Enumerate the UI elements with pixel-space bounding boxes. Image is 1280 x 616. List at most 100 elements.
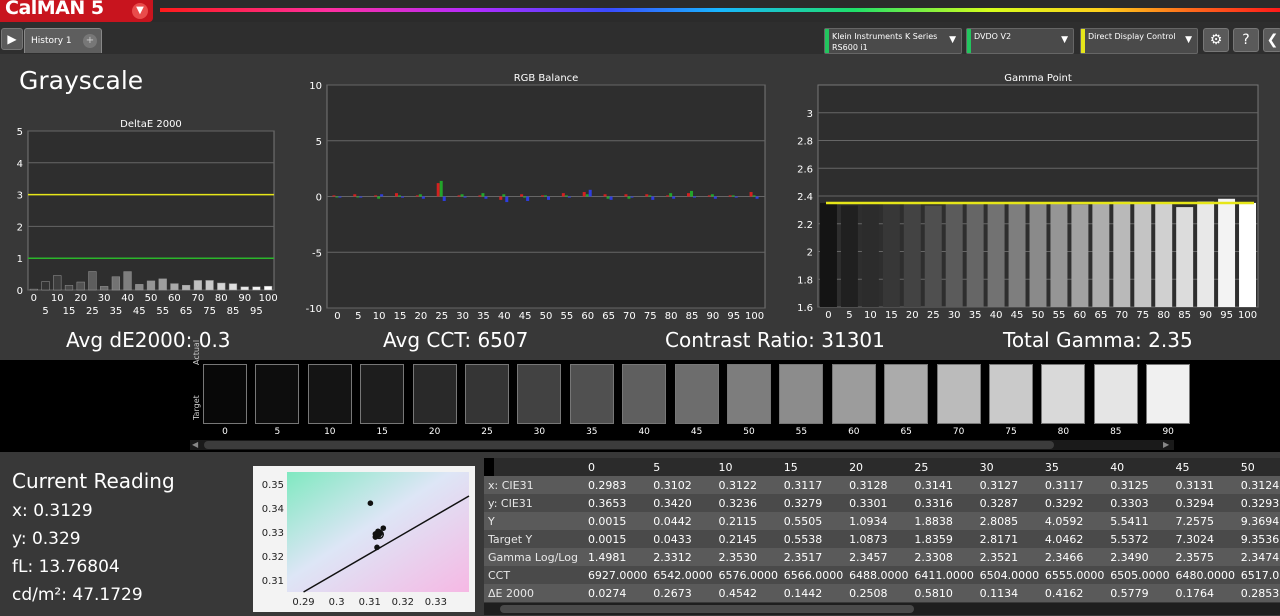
rgb-bar-g <box>398 195 401 197</box>
table-cell: 0.3117 <box>1040 476 1107 494</box>
y-tick-label: 5 <box>316 137 322 148</box>
y-tick-label: 10 <box>309 81 322 92</box>
column-header[interactable] <box>484 458 584 476</box>
column-header[interactable]: 35 <box>1040 458 1107 476</box>
chart-0: DeltaE 200001234505101520253035404550556… <box>17 119 278 317</box>
swatch-65 <box>884 364 929 424</box>
scroll-left-icon[interactable]: ◀ <box>192 440 198 449</box>
rgb-bar-r <box>645 194 649 197</box>
table-header-row: 0 5 10 15 20 25 30 35 40 45 50 <box>484 458 1280 476</box>
column-header[interactable]: 0 <box>583 458 650 476</box>
y-tick-label: 0.34 <box>262 504 284 515</box>
scroll-right-icon[interactable]: ▶ <box>1163 440 1169 449</box>
display-selector[interactable]: Direct Display Control ▼ <box>1080 28 1198 54</box>
column-header[interactable]: 30 <box>975 458 1041 476</box>
column-header[interactable]: 20 <box>845 458 911 476</box>
meter-selector[interactable]: Klein Instruments K Series RS600 i1 ▼ <box>824 28 962 54</box>
table-cell: 6505.0000 <box>1106 566 1172 584</box>
table-corner <box>484 458 494 476</box>
meter-label-line2: RS600 i1 <box>832 43 868 52</box>
rgb-bar-b <box>380 194 384 197</box>
row-header: Gamma Log/Log <box>484 548 584 566</box>
y-tick-label: 2.2 <box>797 220 813 231</box>
y-tick-label: 0.35 <box>262 480 284 491</box>
column-header[interactable]: 50 <box>1236 458 1280 476</box>
swatch-scrollbar-thumb[interactable] <box>204 441 1054 449</box>
rgb-bar-b <box>630 196 634 198</box>
rgb-bar-b <box>609 196 613 200</box>
add-tab-icon[interactable]: + <box>83 34 97 48</box>
table-cell: 0.3420 <box>649 494 715 512</box>
x-tick-label: 15 <box>63 306 76 317</box>
meter-label-line1: Klein Instruments K Series <box>832 32 938 41</box>
rgb-bar-g <box>418 194 422 197</box>
swatch-label: 90 <box>1162 427 1174 437</box>
table-cell: 1.8838 <box>910 512 976 530</box>
column-header[interactable]: 10 <box>714 458 780 476</box>
x-tick-label: 100 <box>259 293 278 304</box>
table-cell: 6927.0000 <box>583 566 650 584</box>
table-scrollbar-thumb[interactable] <box>500 605 914 613</box>
column-header[interactable]: 15 <box>779 458 846 476</box>
swatch-label: 85 <box>1110 427 1122 437</box>
x-tick-label: 0 <box>825 310 831 321</box>
status-bar <box>967 29 971 53</box>
column-header[interactable]: 25 <box>910 458 976 476</box>
play-icon: ▶ <box>7 32 17 46</box>
rgb-bar-g <box>648 195 652 197</box>
help-button[interactable]: ? <box>1233 28 1259 52</box>
swatch-70 <box>936 364 981 424</box>
table-cell: 2.3517 <box>779 548 846 566</box>
reading-cdm2: cd/m²: 47.1729 <box>12 585 143 605</box>
table-cell: 0.3117 <box>779 476 846 494</box>
swatch-75 <box>989 364 1033 424</box>
x-tick-label: 35 <box>477 311 490 322</box>
swatch-55 <box>779 364 824 424</box>
contrast-ratio-summary: Contrast Ratio: 31301 <box>665 328 885 352</box>
chevron-down-icon: ▼ <box>132 3 148 19</box>
gear-icon: ⚙ <box>1209 32 1223 48</box>
tab-history-1[interactable]: History 1 + <box>24 28 102 53</box>
table-cell: 1.0934 <box>845 512 911 530</box>
play-button[interactable]: ▶ <box>1 28 23 50</box>
rgb-bar-r <box>415 195 419 197</box>
y-tick-label: 1 <box>17 254 23 265</box>
collapse-button[interactable]: ❮ <box>1263 28 1280 52</box>
actual-label: Actual <box>192 339 201 365</box>
x-tick-label: 60 <box>581 311 594 322</box>
table-cell: 2.8171 <box>975 530 1041 548</box>
swatch-label: 65 <box>900 427 912 437</box>
settings-button[interactable]: ⚙ <box>1203 28 1229 52</box>
swatch-label: 70 <box>952 427 965 437</box>
table-cell: 2.3474 <box>1236 548 1280 566</box>
y-tick-label: 0.31 <box>262 576 284 587</box>
table-cell: 0.0433 <box>649 530 715 548</box>
app-logo-button[interactable]: CalMAN 5 ▼ <box>0 0 153 22</box>
table-cell: 2.8085 <box>975 512 1041 530</box>
rgb-bar-g <box>523 196 527 198</box>
de-bar <box>88 271 97 291</box>
cie-point <box>367 500 374 506</box>
table-row: CCT 6927.0000 6542.0000 6576.0000 6566.0000 6… <box>484 566 1280 584</box>
column-header[interactable]: 40 <box>1106 458 1172 476</box>
gamma-bar <box>945 202 963 307</box>
x-tick-label: 0 <box>31 293 37 304</box>
x-tick-label: 70 <box>1115 310 1128 321</box>
source-label: DVDO V2 <box>974 32 1012 41</box>
x-tick-label: 15 <box>394 311 407 322</box>
x-tick-label: 45 <box>519 311 532 322</box>
table-cell: 7.3024 <box>1171 530 1237 548</box>
de-bar <box>53 275 62 291</box>
x-tick-label: 85 <box>1178 310 1191 321</box>
rgb-bar-b <box>421 196 425 199</box>
y-tick-label: 2.8 <box>797 137 813 148</box>
column-header[interactable]: 45 <box>1171 458 1237 476</box>
x-tick-label: 90 <box>706 311 719 322</box>
de-bar <box>264 285 273 291</box>
table-row: Y 0.0015 0.0442 0.2115 0.5505 1.0934 1.8838 2.8… <box>484 512 1280 530</box>
column-header[interactable]: 5 <box>649 458 715 476</box>
table-cell: 0.1134 <box>975 584 1041 602</box>
cie-point <box>374 544 380 551</box>
table-cell: 2.3308 <box>910 548 976 566</box>
source-selector[interactable]: DVDO V2 ▼ <box>966 28 1074 54</box>
